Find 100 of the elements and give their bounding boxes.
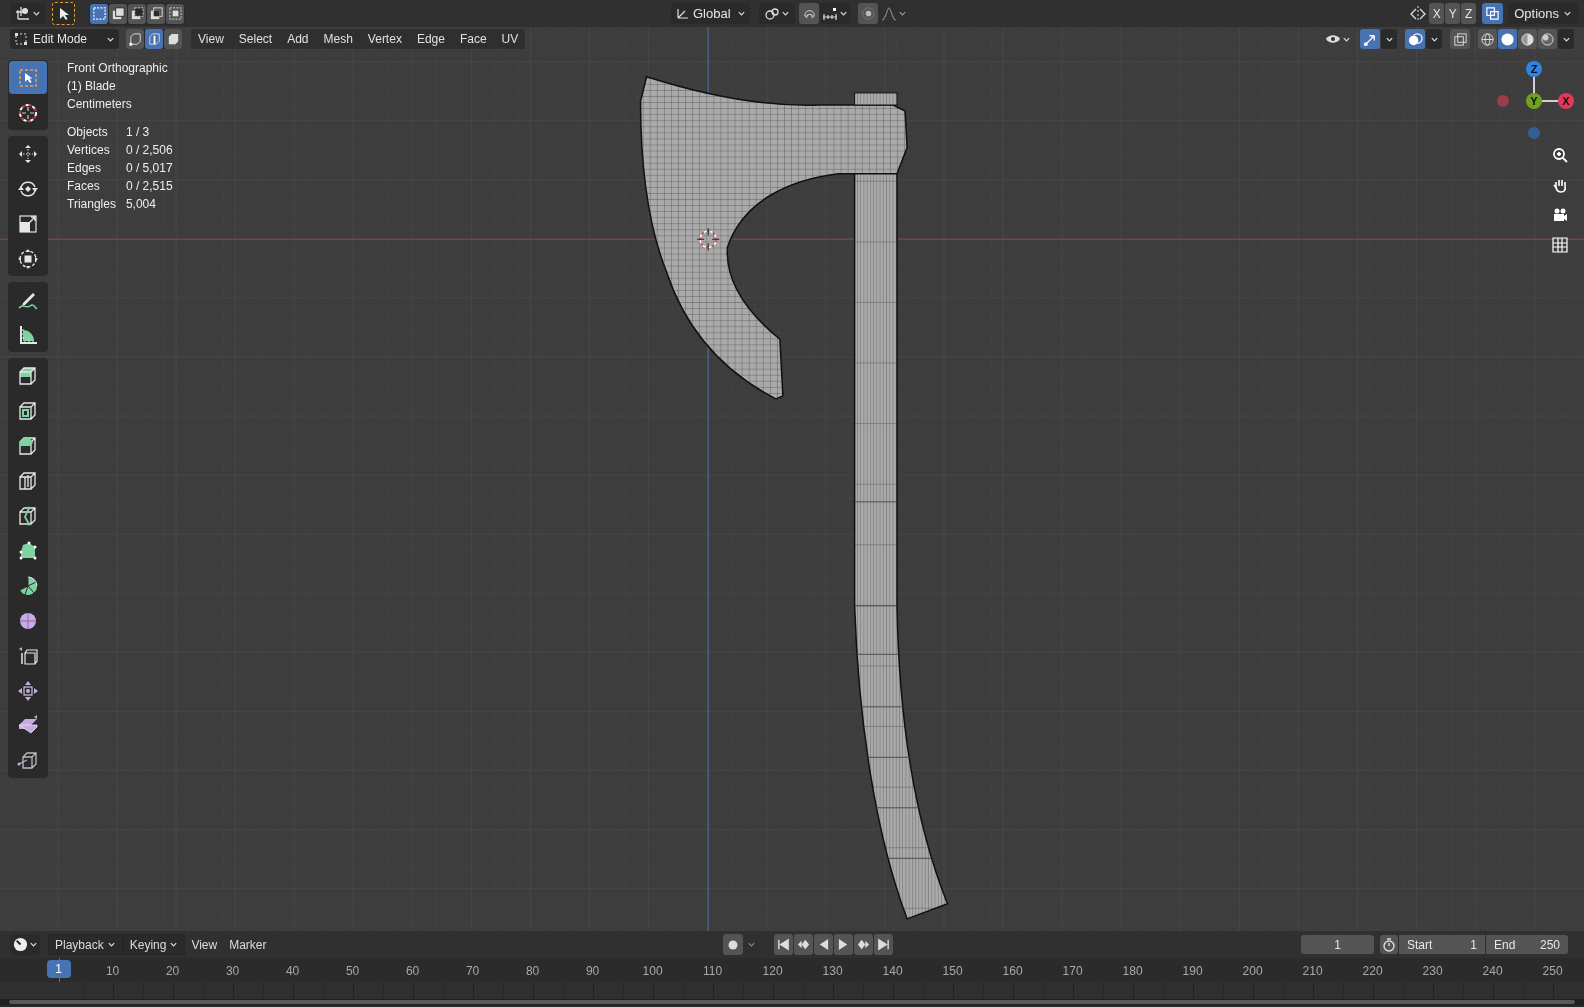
menu-item[interactable]: Marker — [223, 934, 273, 955]
current-frame-field[interactable]: 1 — [1301, 935, 1374, 954]
editor-type-button[interactable] — [10, 3, 46, 24]
preview-range-toggle[interactable] — [1380, 935, 1398, 954]
frame-number: 190 — [1182, 963, 1203, 980]
playhead-marker[interactable]: 1 — [46, 960, 71, 978]
scrollbar[interactable] — [9, 1000, 1575, 1004]
caret-icon — [898, 9, 907, 18]
playback-button[interactable] — [773, 934, 793, 955]
select-mode-button[interactable] — [126, 29, 144, 49]
shading-mode-button[interactable] — [1498, 29, 1517, 49]
cursor-arrow-icon — [57, 6, 70, 21]
stat-label: Faces — [67, 178, 101, 195]
frame-number: 80 — [525, 963, 540, 980]
frame-number: 30 — [225, 963, 240, 980]
dropdown-button[interactable] — [1381, 29, 1397, 49]
mirror-axis-button[interactable]: X — [1429, 3, 1445, 24]
shading-mode-button[interactable] — [1478, 29, 1497, 49]
select-mode-button[interactable] — [164, 29, 182, 49]
frame-number: 20 — [165, 963, 180, 980]
cursor-icon — [17, 101, 39, 124]
squares-icon — [148, 6, 164, 21]
zoom-icon — [1552, 147, 1568, 163]
axis-handle[interactable]: X — [1558, 93, 1574, 109]
material-sphere-icon — [1520, 31, 1535, 47]
menu-item[interactable]: View — [185, 934, 224, 955]
proportional-edit-toggle[interactable] — [858, 3, 878, 24]
menu-item[interactable]: View — [191, 29, 231, 49]
spin-icon — [17, 574, 39, 597]
snap-element-dropdown[interactable] — [820, 3, 850, 24]
playback-button[interactable] — [813, 934, 833, 955]
menu-dropdown[interactable]: Playback — [48, 934, 123, 955]
transform-icon — [17, 247, 39, 270]
edit-mode-icon — [14, 32, 28, 46]
record-button[interactable] — [722, 934, 743, 955]
menu-item[interactable]: Add — [280, 29, 316, 49]
xray-icon — [1452, 31, 1468, 47]
overlays-toggle[interactable] — [1405, 29, 1425, 49]
select-tool-button[interactable] — [52, 2, 75, 25]
options-dropdown[interactable]: Options — [1508, 3, 1578, 24]
xray-toggle[interactable] — [1450, 29, 1470, 49]
edge-select-icon — [146, 31, 162, 47]
caret-icon — [747, 940, 757, 949]
axes-icon — [15, 5, 31, 22]
keyframe-next-icon — [856, 938, 870, 951]
selection-mode-button[interactable] — [109, 3, 127, 24]
selection-mode-button[interactable] — [90, 3, 108, 24]
axis-handle[interactable]: Y — [1526, 93, 1542, 109]
menu-item[interactable]: Vertex — [360, 29, 409, 49]
dashed-square-icon — [91, 6, 107, 21]
menu-dropdown[interactable]: Keying — [122, 934, 186, 955]
keyframe-previous-icon — [796, 938, 810, 951]
menu-item[interactable]: UV — [494, 29, 526, 49]
auto-merge-toggle[interactable] — [1482, 3, 1504, 24]
playback-button[interactable] — [873, 934, 893, 955]
mirror-axis-button[interactable]: Y — [1445, 3, 1461, 24]
orientation-dropdown[interactable]: Global — [671, 3, 750, 24]
globe-icon — [1480, 31, 1495, 47]
menu-item[interactable]: Edge — [409, 29, 452, 49]
axis-handle[interactable]: Z — [1526, 61, 1542, 77]
gizmo-toggle[interactable] — [1360, 29, 1380, 49]
pivot-dropdown[interactable] — [759, 3, 795, 24]
start-frame-field[interactable]: Start 1 — [1399, 935, 1485, 954]
playback-button[interactable] — [853, 934, 873, 955]
stat-label: Objects — [67, 124, 109, 141]
frame-number: 120 — [762, 963, 783, 980]
grid-icon — [1552, 237, 1568, 253]
vertex-select-icon — [127, 31, 143, 47]
playback-button[interactable] — [793, 934, 813, 955]
selection-mode-button[interactable] — [128, 3, 146, 24]
playback-button[interactable] — [833, 934, 853, 955]
negative-z-handle[interactable] — [1528, 127, 1540, 139]
snap-toggle[interactable] — [799, 3, 819, 24]
dropdown-button[interactable] — [1558, 29, 1574, 49]
frame-number: 10 — [105, 963, 120, 980]
scale-icon — [17, 212, 39, 235]
caret-icon — [781, 9, 790, 18]
menu-item[interactable]: Select — [231, 29, 280, 49]
caret-icon — [737, 9, 746, 18]
menu-item[interactable]: Face — [452, 29, 494, 49]
camera-icon — [1552, 207, 1568, 223]
selection-mode-button[interactable] — [147, 3, 165, 24]
dropdown-button[interactable] — [1426, 29, 1442, 49]
mirror-axis-button[interactable]: Z — [1461, 3, 1477, 24]
inset-icon — [17, 399, 39, 422]
frame-number: 60 — [405, 963, 420, 980]
end-frame-field[interactable]: End 250 — [1486, 935, 1568, 954]
shading-mode-button[interactable] — [1518, 29, 1537, 49]
editor-type-button[interactable] — [10, 934, 40, 955]
negative-x-handle[interactable] — [1497, 95, 1509, 107]
selection-mode-button[interactable] — [166, 3, 184, 24]
select-mode-button[interactable] — [145, 29, 163, 49]
frame-number: 140 — [882, 963, 903, 980]
overlay-text: Centimeters — [67, 96, 133, 113]
shading-mode-button[interactable] — [1538, 29, 1557, 49]
merge-icon — [1485, 6, 1501, 21]
menu-item[interactable]: Mesh — [316, 29, 360, 49]
frame-number: 170 — [1062, 963, 1083, 980]
mode-dropdown[interactable]: Edit Mode — [10, 29, 119, 49]
poly-build-icon — [17, 539, 39, 562]
